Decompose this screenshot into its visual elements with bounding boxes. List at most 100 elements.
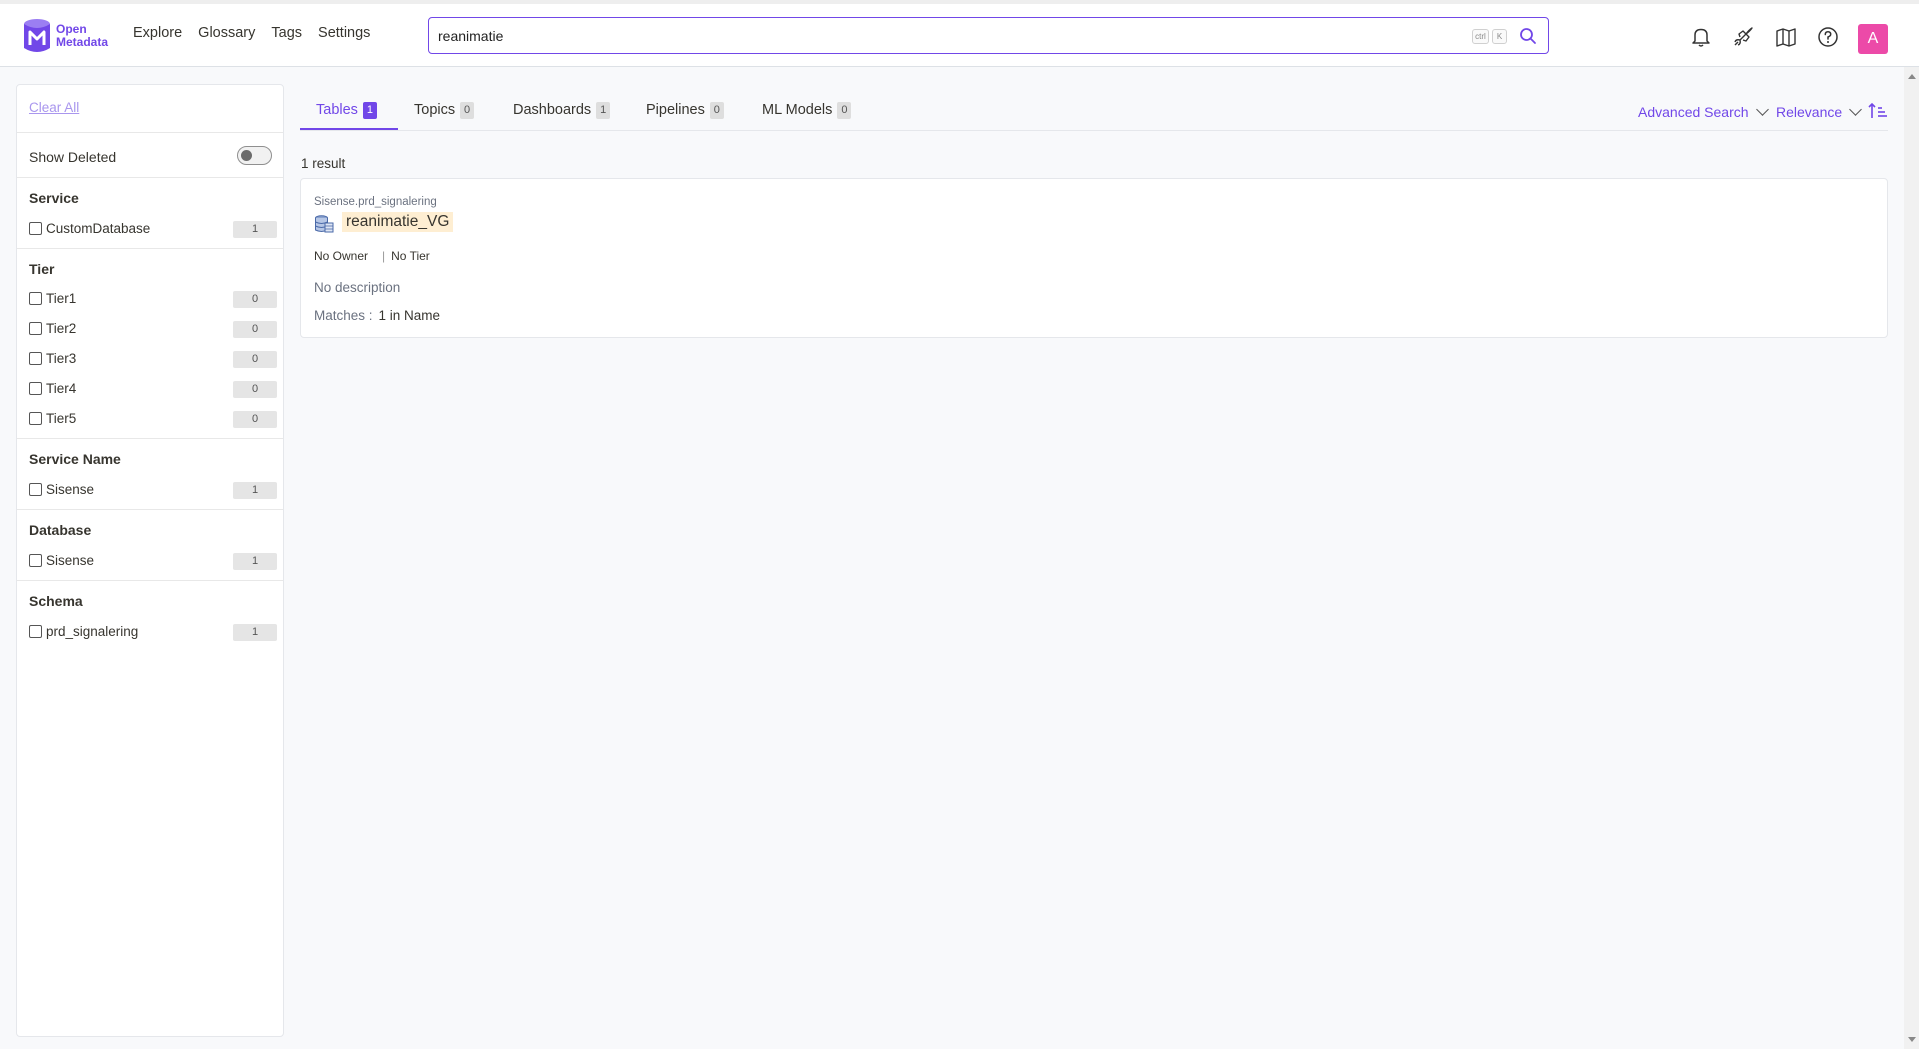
tab-count-badge: 0 [837, 102, 852, 119]
filter-label: Tier3 [46, 351, 77, 366]
help-icon[interactable] [1817, 26, 1839, 48]
result-breadcrumb[interactable]: Sisense.prd_signalering [314, 196, 437, 208]
scroll-down-icon[interactable] [1908, 1037, 1916, 1042]
filter-count-badge: 0 [233, 291, 277, 308]
filter-label: Tier4 [46, 381, 77, 396]
logo-line-2: Metadata [56, 35, 109, 49]
filter-option-prd-signalering[interactable]: prd_signalering 1 [29, 624, 277, 642]
chevron-down-icon [1849, 103, 1863, 116]
logo-text: Open Metadata [56, 23, 108, 49]
filter-group-database-title: Database [29, 522, 92, 538]
filter-option-tier5[interactable]: Tier5 0 [29, 411, 277, 429]
advanced-search-dropdown[interactable]: Advanced Search [1638, 103, 1769, 120]
filter-count-badge: 0 [233, 381, 277, 398]
shortcut-ctrl-key: ctrl [1472, 29, 1489, 44]
filter-label: Sisense [46, 553, 95, 568]
nav-settings[interactable]: Settings [318, 25, 370, 41]
relevance-label: Relevance [1776, 104, 1843, 120]
filter-option-tier2[interactable]: Tier2 0 [29, 321, 277, 339]
rocket-icon[interactable] [1732, 26, 1754, 48]
advanced-search-label: Advanced Search [1638, 104, 1749, 120]
tab-label: ML Models [762, 102, 833, 118]
tab-label: Tables [316, 102, 358, 118]
results-count: 1 result [301, 156, 346, 171]
filter-group-service-title: Service [29, 190, 79, 206]
filter-checkbox[interactable] [29, 412, 42, 425]
filter-option-service-name-sisense[interactable]: Sisense 1 [29, 482, 277, 500]
filter-count-badge: 0 [233, 411, 277, 428]
result-owner: No Owner [314, 249, 369, 263]
tab-count-badge: 1 [362, 102, 377, 119]
tab-label: Topics [414, 102, 456, 118]
result-tier-value: No Tier [391, 249, 430, 263]
nav-glossary[interactable]: Glossary [198, 25, 255, 41]
nav-explore[interactable]: Explore [133, 25, 182, 41]
openmetadata-logo[interactable]: Open Metadata [22, 17, 108, 55]
tab-count-badge: 1 [596, 102, 611, 119]
relevance-sort-dropdown[interactable]: Relevance [1776, 103, 1863, 120]
search-input[interactable] [438, 25, 1438, 47]
bell-icon[interactable] [1690, 26, 1712, 48]
filter-label: CustomDatabase [46, 221, 151, 236]
tab-label: Pipelines [646, 102, 705, 118]
filter-count-badge: 0 [233, 351, 277, 368]
filter-option-database-sisense[interactable]: Sisense 1 [29, 553, 277, 571]
result-description: No description [314, 280, 401, 295]
matches-value: 1 in Name [378, 308, 441, 323]
main-nav: Explore Glossary Tags Settings [133, 25, 386, 41]
show-deleted-toggle[interactable] [237, 146, 272, 165]
filter-label: Sisense [46, 482, 95, 497]
filter-count-badge: 1 [233, 221, 277, 238]
filter-group-schema-title: Schema [29, 593, 83, 609]
filter-option-tier1[interactable]: Tier1 0 [29, 291, 277, 309]
matches-label: Matches : [314, 308, 373, 323]
openmetadata-logo-icon [24, 19, 50, 52]
filter-group-service-name-title: Service Name [29, 451, 121, 467]
show-deleted-label: Show Deleted [29, 149, 117, 165]
filter-option-tier3[interactable]: Tier3 0 [29, 351, 277, 369]
clear-all-link[interactable]: Clear All [29, 100, 79, 115]
toggle-knob [241, 150, 252, 161]
nav-tags[interactable]: Tags [271, 25, 302, 41]
filter-checkbox[interactable] [29, 625, 42, 638]
filter-count-badge: 1 [233, 624, 277, 641]
result-matches: Matches : 1 in Name [314, 308, 440, 323]
filter-count-badge: 0 [233, 321, 277, 338]
filter-checkbox[interactable] [29, 352, 42, 365]
divider [17, 438, 283, 439]
filter-checkbox[interactable] [29, 382, 42, 395]
divider [17, 580, 283, 581]
search-box[interactable]: ctrl K [428, 17, 1549, 54]
tab-label: Dashboards [513, 102, 592, 118]
filter-count-badge: 1 [233, 553, 277, 570]
tab-count-badge: 0 [460, 102, 475, 119]
user-avatar[interactable]: A [1858, 24, 1888, 54]
filter-option-customdatabase[interactable]: CustomDatabase 1 [29, 221, 277, 239]
tab-count-badge: 0 [709, 102, 724, 119]
result-tier: | No Tier [382, 249, 430, 263]
filter-option-tier4[interactable]: Tier4 0 [29, 381, 277, 399]
scroll-up-icon[interactable] [1908, 74, 1916, 79]
filter-checkbox[interactable] [29, 322, 42, 335]
tier-separator: | [382, 249, 386, 263]
page-scrollbar[interactable] [1904, 67, 1919, 1049]
result-entity-name[interactable]: reanimatie_VG [342, 212, 454, 232]
filter-checkbox[interactable] [29, 483, 42, 496]
filter-sidebar: Clear All Show Deleted Service CustomDat… [16, 84, 284, 1037]
search-result-card[interactable]: Sisense.prd_signalering reanimatie_VG No… [300, 178, 1888, 338]
map-icon[interactable] [1775, 26, 1797, 48]
filter-checkbox[interactable] [29, 554, 42, 567]
filter-checkbox[interactable] [29, 222, 42, 235]
sort-order-icon[interactable] [1868, 102, 1888, 120]
divider [17, 132, 283, 133]
table-icon [315, 215, 334, 233]
filter-checkbox[interactable] [29, 292, 42, 305]
filter-count-badge: 1 [233, 482, 277, 499]
top-navbar: Open Metadata Explore Glossary Tags Sett… [0, 4, 1919, 67]
search-icon[interactable] [1519, 27, 1537, 45]
tabs-divider [300, 130, 1888, 131]
filter-label: Tier5 [46, 411, 77, 426]
filter-label: Tier1 [46, 291, 77, 306]
filter-label: Tier2 [46, 321, 77, 336]
filter-group-tier-title: Tier [29, 261, 55, 277]
